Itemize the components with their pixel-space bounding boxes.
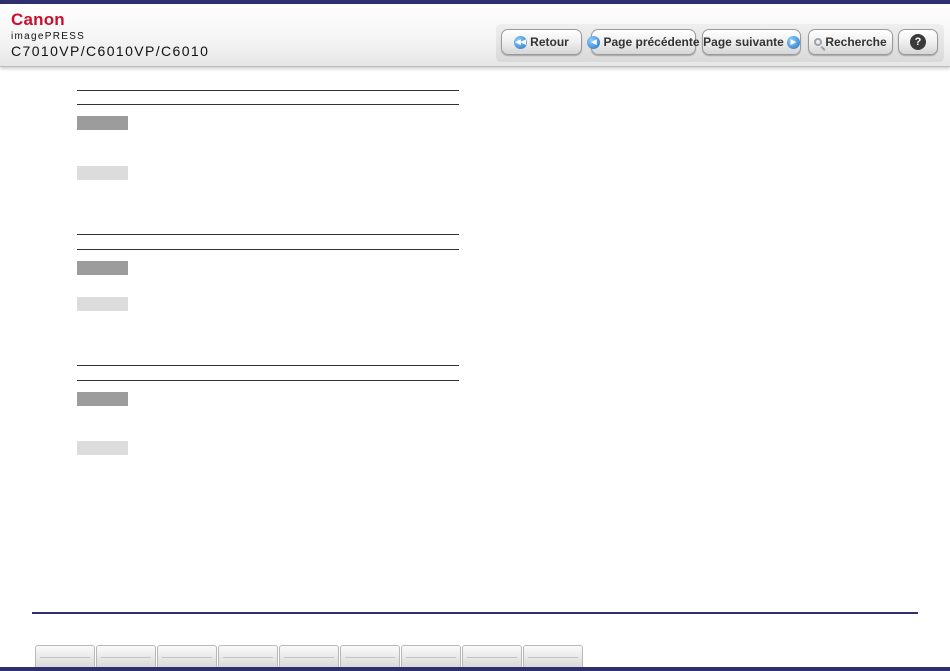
help-button[interactable]: ?	[898, 29, 938, 55]
search-icon	[814, 38, 823, 46]
placeholder-block-dark	[77, 116, 128, 130]
previous-page-button[interactable]: ◀ Page précédente	[587, 29, 700, 55]
next-page-label: Page suivante	[703, 35, 784, 49]
section-divider-top	[77, 234, 459, 235]
bottom-frame-bar	[0, 667, 950, 671]
section-divider-top	[77, 90, 459, 91]
product-name: imagePRESS	[11, 31, 86, 42]
section-divider-bottom	[77, 380, 459, 381]
right-arrow-icon: ▶	[786, 35, 800, 49]
back-button[interactable]: ◀◀ Retour	[501, 29, 582, 55]
bottom-tab[interactable]	[96, 645, 156, 667]
next-page-button[interactable]: Page suivante ▶	[702, 29, 801, 55]
help-icon: ?	[910, 34, 926, 50]
placeholder-block-dark	[77, 392, 128, 406]
bottom-tab[interactable]	[157, 645, 217, 667]
search-button-label: Recherche	[825, 35, 887, 49]
placeholder-block-light	[77, 297, 128, 311]
bottom-tab[interactable]	[340, 645, 400, 667]
section-divider-bottom	[77, 104, 459, 105]
canon-logo: Canon	[11, 10, 65, 29]
left-arrow-icon: ◀	[587, 35, 601, 49]
placeholder-block-light	[77, 166, 128, 180]
bottom-tab[interactable]	[279, 645, 339, 667]
search-button[interactable]: Recherche	[808, 29, 893, 55]
bottom-tab[interactable]	[218, 645, 278, 667]
bottom-tab[interactable]	[35, 645, 95, 667]
section-divider-bottom	[77, 249, 459, 250]
section-divider-top	[77, 365, 459, 366]
footer-divider	[32, 612, 918, 614]
bottom-tab[interactable]	[401, 645, 461, 667]
previous-page-label: Page précédente	[603, 35, 700, 49]
placeholder-block-light	[77, 441, 128, 455]
placeholder-block-dark	[77, 261, 128, 275]
back-button-label: Retour	[530, 35, 569, 49]
rewind-icon: ◀◀	[514, 35, 528, 49]
bottom-tab[interactable]	[523, 645, 583, 667]
bottom-tab[interactable]	[462, 645, 522, 667]
model-name: C7010VP/C6010VP/C6010	[11, 43, 210, 59]
